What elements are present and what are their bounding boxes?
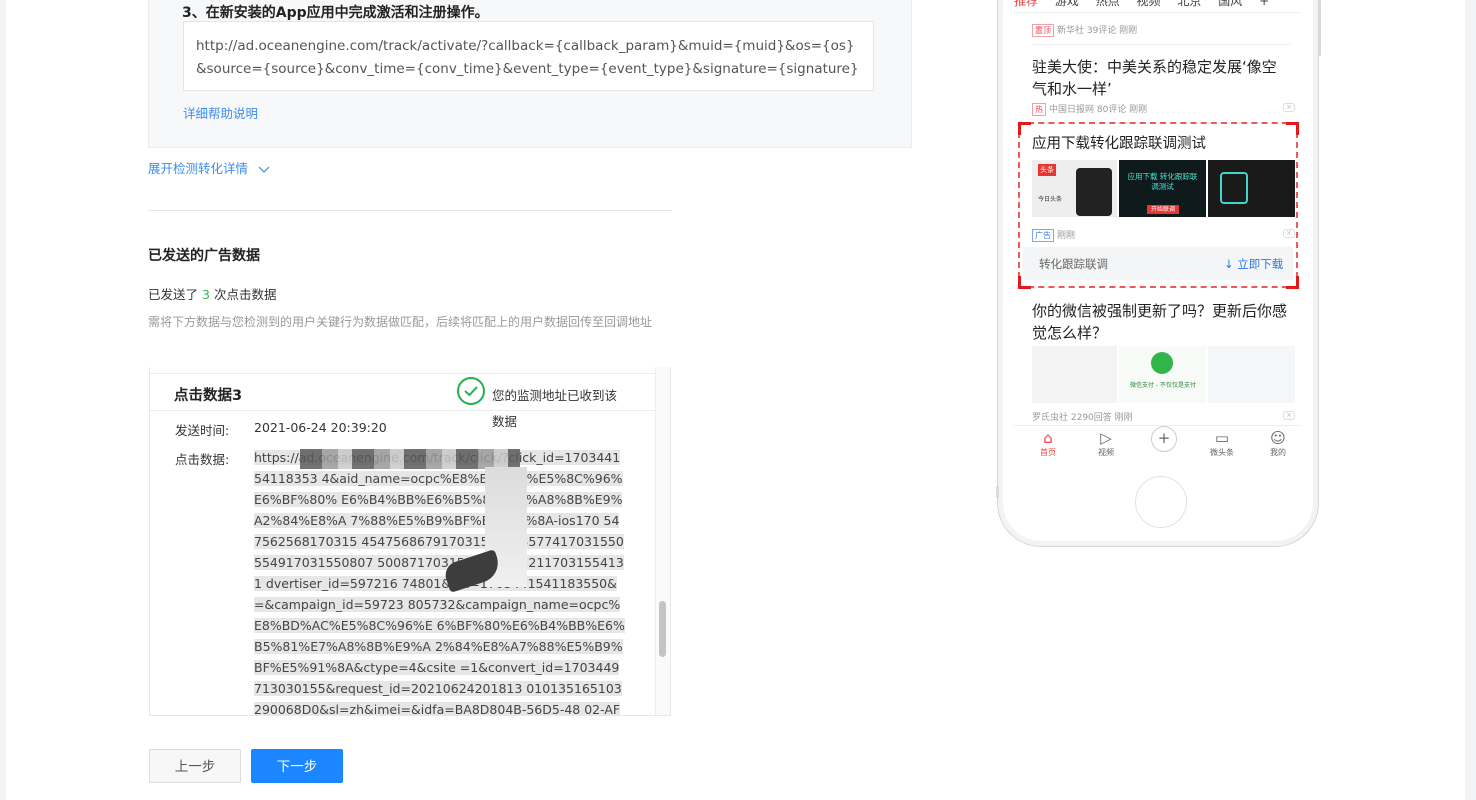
page: 3、在新安装的App应用中完成激活和注册操作。 http://ad.oceane… xyxy=(6,0,1465,800)
next-step-button[interactable]: 下一步 xyxy=(251,749,343,783)
expand-details-link[interactable]: 展开检测转化详情 xyxy=(148,158,270,177)
nav-mine[interactable]: ☺ 我的 xyxy=(1258,430,1298,458)
sent-count-prefix: 已发送了 xyxy=(148,287,199,302)
phone-side-button xyxy=(996,486,999,498)
ad-image-3 xyxy=(1208,160,1295,217)
sent-data-title: 已发送的广告数据 xyxy=(148,248,260,264)
click-data-text: https://ad.oceanengine.com/track/click/?… xyxy=(254,450,625,715)
scrollbar-thumb[interactable] xyxy=(659,601,666,657)
play-icon: ▷ xyxy=(1100,429,1112,447)
close-icon[interactable]: × xyxy=(1283,411,1295,420)
ad-image-phone xyxy=(1076,168,1112,216)
step-title: 3、在新安装的App应用中完成激活和注册操作。 xyxy=(182,5,489,21)
nav-home-label: 首页 xyxy=(1040,448,1056,457)
nav-microtoutiao-label: 微头条 xyxy=(1210,448,1234,457)
news1-meta: 置顶 新华社 39评论 刚刚 xyxy=(1032,23,1137,37)
plus-icon: + xyxy=(1151,426,1177,452)
phone-side-button xyxy=(1318,0,1321,56)
news3-image-2: 微信支付 - 不仅仅是支付 xyxy=(1119,346,1206,403)
expand-details-label: 展开检测转化详情 xyxy=(148,161,249,176)
click-data-panel[interactable]: 点击数据3 您的监测地址已收到该数据 发送时间: 2021-06-24 20:3… xyxy=(149,367,671,716)
sent-count-suffix: 次点击数据 xyxy=(213,287,277,302)
bottom-nav: ⌂ 首页 ▷ 视频 + ▭ 微头条 ☺ 我的 xyxy=(1014,425,1301,462)
download-icon: ↓ xyxy=(1224,257,1234,271)
ad-time: 刚刚 xyxy=(1057,231,1076,241)
send-time-label: 发送时间: xyxy=(175,423,230,438)
panel-scrollbar[interactable] xyxy=(655,367,670,715)
ad-image-1: 头条 今日头条 xyxy=(1032,160,1117,217)
news2-meta-text: 中国日报网 80评论 刚刚 xyxy=(1049,105,1148,115)
tab-add[interactable]: + xyxy=(1259,0,1269,8)
click-data-title: 点击数据3 xyxy=(174,388,243,404)
help-link[interactable]: 详细帮助说明 xyxy=(183,103,258,122)
message-icon: ▭ xyxy=(1214,429,1230,447)
ad-meta: 广告 刚刚 xyxy=(1032,228,1075,242)
nav-home[interactable]: ⌂ 首页 xyxy=(1028,430,1068,458)
received-status: 您的监测地址已收到该数据 xyxy=(492,388,618,429)
tab-hot[interactable]: 热点 xyxy=(1096,0,1120,8)
ad-title[interactable]: 应用下载转化跟踪联调测试 xyxy=(1032,133,1206,155)
ad-image-2: 应用下载 转化跟踪联调测试 开始联调 xyxy=(1119,160,1206,217)
redaction-block xyxy=(300,449,520,469)
chevron-down-icon xyxy=(258,166,270,173)
sent-description: 需将下方数据与您检测到的用户关键行为数据做匹配，后续将匹配上的用户数据回传至回调… xyxy=(148,315,653,329)
user-icon: ☺ xyxy=(1270,429,1286,447)
news2-tag: 热 xyxy=(1032,103,1046,116)
phone-home-button xyxy=(1135,476,1187,528)
news2-title[interactable]: 驻美大使：中美关系的稳定发展‘像空气和水一样’ xyxy=(1032,56,1290,100)
ad-action-bar[interactable]: 转化跟踪联调 ↓ 立即下载 xyxy=(1023,247,1293,280)
news1-meta-text: 新华社 39评论 刚刚 xyxy=(1057,26,1138,36)
tab-video[interactable]: 视频 xyxy=(1137,0,1161,8)
news-tabs: 推荐 游戏 热点 视频 北京 国风 + xyxy=(1014,0,1301,13)
news1-tag: 置顶 xyxy=(1032,24,1054,37)
nav-video[interactable]: ▷ 视频 xyxy=(1086,430,1126,458)
ad-image-caption: 应用下载 转化跟踪联调测试 xyxy=(1127,172,1198,191)
ad-image-button: 开始联调 xyxy=(1147,205,1179,214)
close-icon[interactable]: × xyxy=(1283,229,1295,238)
click-data-label: 点击数据: xyxy=(175,452,230,467)
download-button[interactable]: ↓ 立即下载 xyxy=(1224,256,1283,272)
ad-image-brand: 今日头条 xyxy=(1038,196,1063,203)
wechat-icon xyxy=(1151,352,1173,374)
news3-title[interactable]: 你的微信被强制更新了吗？更新后你感觉怎么样？ xyxy=(1032,300,1290,344)
divider xyxy=(148,210,672,211)
check-circle-icon xyxy=(457,377,485,405)
news3-image-caption: 微信支付 - 不仅仅是支付 xyxy=(1130,382,1196,389)
sent-count-number: 3 xyxy=(202,287,210,302)
nav-publish[interactable]: + xyxy=(1144,426,1184,452)
ad-source: 转化跟踪联调 xyxy=(1039,257,1108,271)
monitor-url-field[interactable]: http://ad.oceanengine.com/track/activate… xyxy=(183,21,874,91)
prev-step-button[interactable]: 上一步 xyxy=(149,749,241,783)
tab-guofeng[interactable]: 国风 xyxy=(1218,0,1242,8)
nav-mine-label: 我的 xyxy=(1270,448,1286,457)
ad-tag: 广告 xyxy=(1032,229,1054,242)
news3-meta: 罗氏虫社 2290回答 刚刚 xyxy=(1032,413,1133,423)
tab-recommend[interactable]: 推荐 xyxy=(1014,0,1038,8)
nav-video-label: 视频 xyxy=(1098,448,1114,457)
send-time-value: 2021-06-24 20:39:20 xyxy=(254,420,387,435)
sent-count-text: 已发送了 3 次点击数据 xyxy=(148,284,276,303)
home-icon: ⌂ xyxy=(1043,429,1053,447)
close-icon[interactable]: × xyxy=(1283,103,1295,112)
news3-image-3 xyxy=(1208,346,1295,403)
news2-meta: 热中国日报网 80评论 刚刚 xyxy=(1032,102,1147,116)
phone-screen: 推荐 游戏 热点 视频 北京 国风 + 置顶 新华社 39评论 刚刚 驻美大使：中… xyxy=(1014,0,1301,462)
tab-games[interactable]: 游戏 xyxy=(1055,0,1079,8)
lock-icon xyxy=(1220,172,1248,204)
nav-microtoutiao[interactable]: ▭ 微头条 xyxy=(1202,430,1242,458)
news-divider xyxy=(1032,44,1290,45)
download-label: 立即下载 xyxy=(1237,257,1284,271)
news3-image-1 xyxy=(1032,346,1117,403)
frame-corner xyxy=(1018,122,1031,135)
tab-beijing[interactable]: 北京 xyxy=(1177,0,1201,8)
frame-corner xyxy=(1286,122,1299,135)
click-data-value: https://ad.oceanengine.com/track/click/?… xyxy=(254,447,627,715)
ad-image-logo: 头条 xyxy=(1038,164,1056,176)
